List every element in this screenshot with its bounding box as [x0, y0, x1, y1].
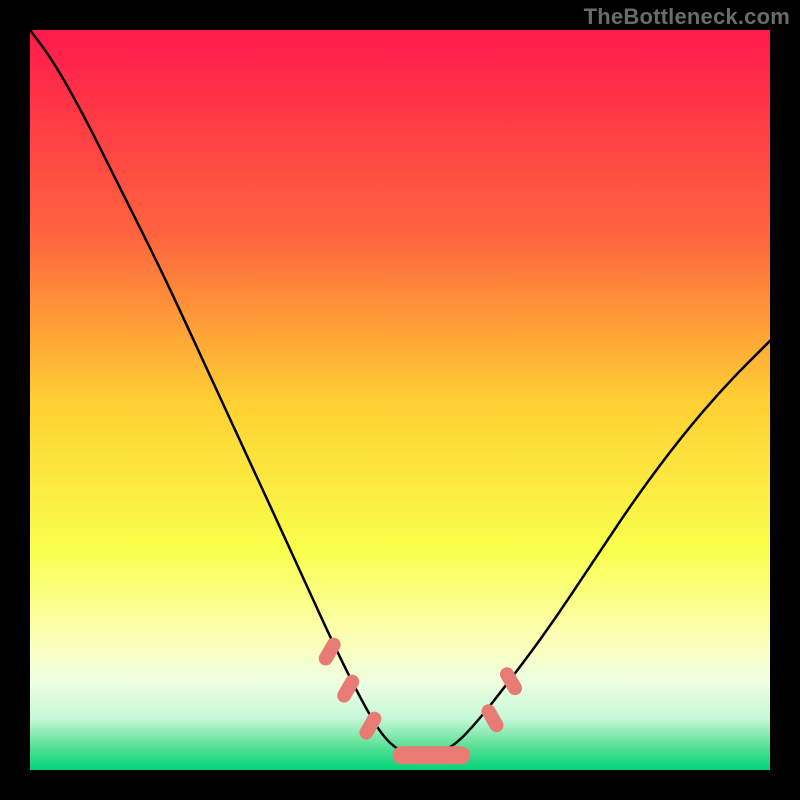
watermark-label: TheBottleneck.com: [584, 4, 790, 30]
chart-frame: TheBottleneck.com: [0, 0, 800, 800]
plot-area: [30, 30, 770, 770]
gradient-background: [30, 30, 770, 770]
bottleneck-chart: [30, 30, 770, 770]
flat-segment: [393, 746, 471, 764]
